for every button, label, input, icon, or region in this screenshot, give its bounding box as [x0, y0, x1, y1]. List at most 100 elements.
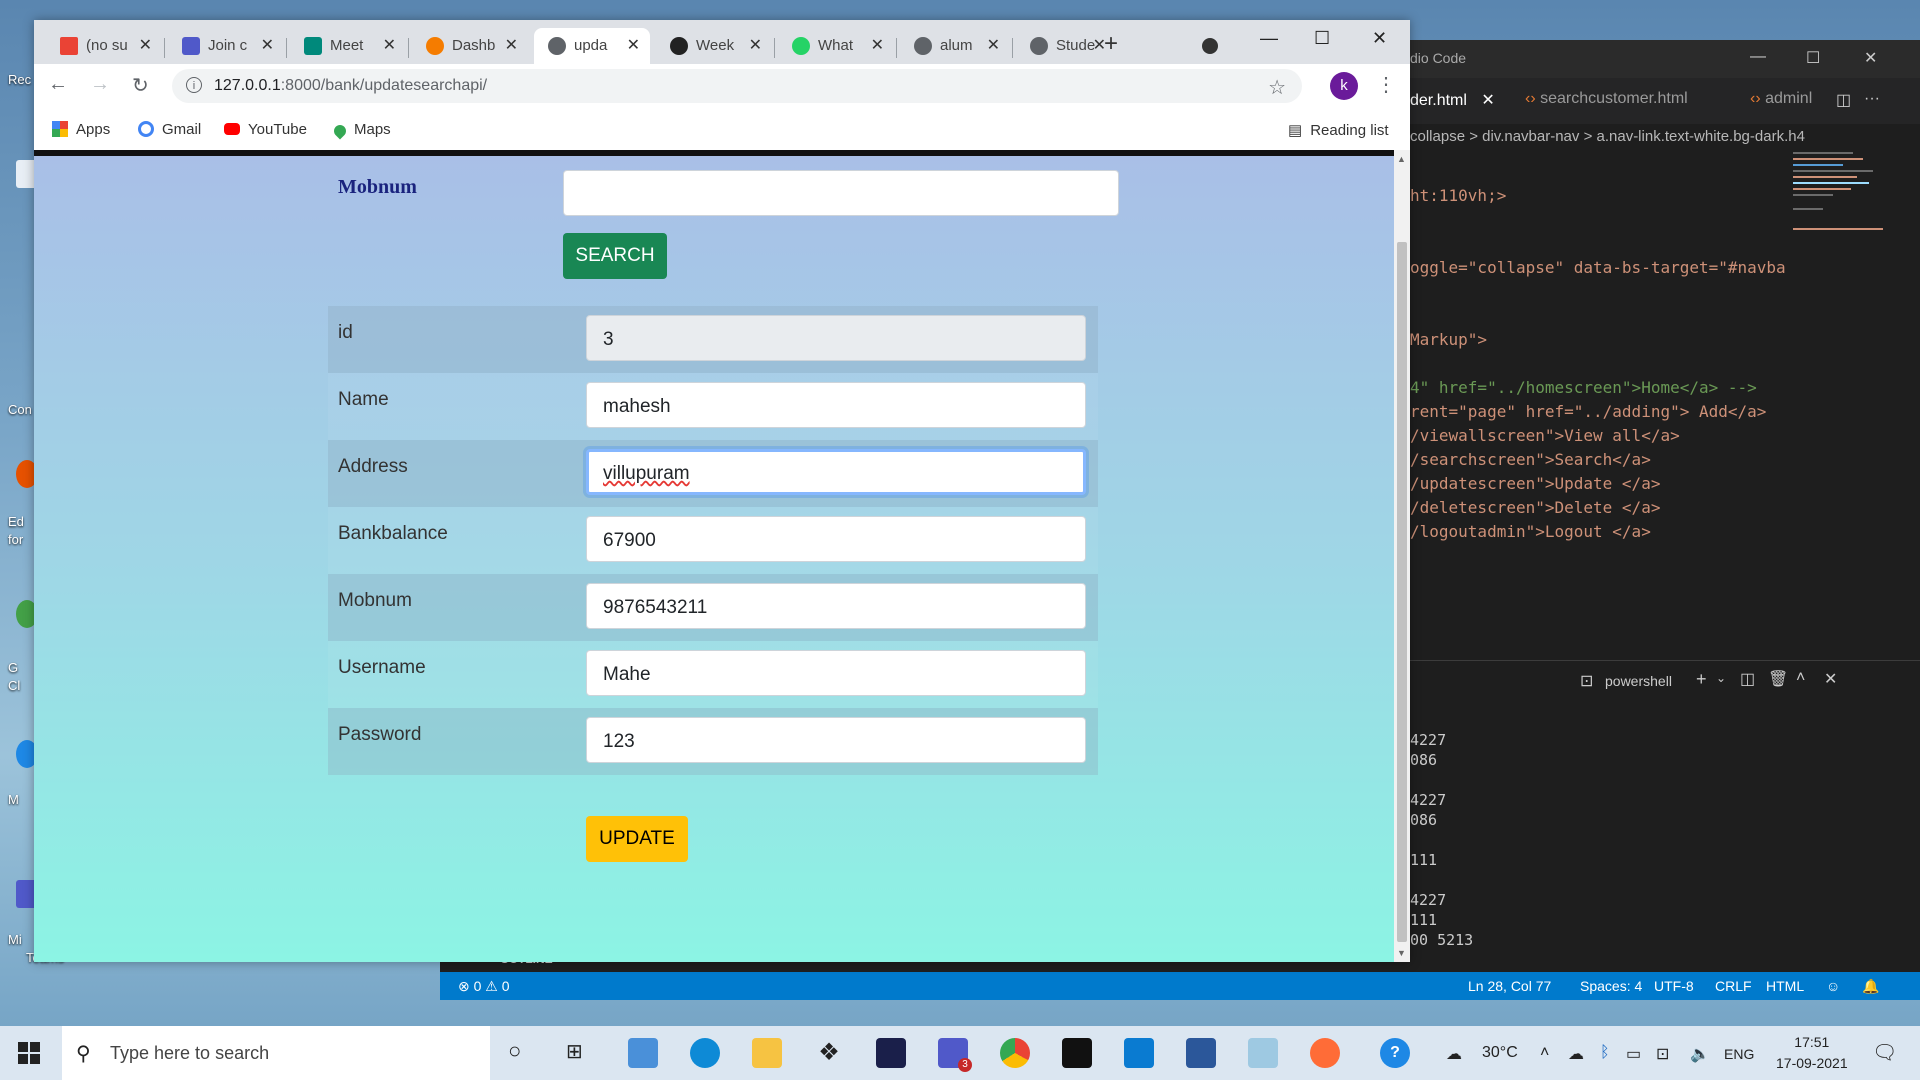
url-text[interactable]: 127.0.0.1:8000/bank/updatesearchapi/	[214, 77, 487, 95]
terminal-name[interactable]: powershell	[1605, 673, 1672, 689]
new-tab-icon[interactable]: +	[1104, 30, 1118, 58]
word-icon[interactable]	[1186, 1038, 1216, 1068]
powershell-icon[interactable]	[876, 1038, 906, 1068]
reading-list[interactable]: ▤ Reading list	[1288, 121, 1389, 139]
scrollbar[interactable]: ▲ ▼	[1394, 150, 1410, 962]
chevron-down-icon[interactable]: ⌄	[1716, 671, 1726, 685]
task-view-icon[interactable]: ⊞	[566, 1039, 583, 1064]
browser-tab[interactable]: Join c ✕	[168, 28, 284, 64]
indent-status[interactable]: Spaces: 4	[1580, 978, 1642, 994]
clock[interactable]: 17:51 17-09-2021	[1776, 1032, 1848, 1074]
split-editor-icon[interactable]: ◫	[1836, 90, 1851, 110]
edge-icon[interactable]	[690, 1038, 720, 1068]
minimap[interactable]	[1785, 148, 1885, 268]
tab-search-icon[interactable]	[1202, 38, 1218, 54]
minimize-icon[interactable]: —	[1260, 28, 1278, 49]
browser-tab[interactable]: Meet ✕	[290, 28, 406, 64]
browser-tab[interactable]: Stude ✕	[1016, 28, 1116, 64]
cloud-icon[interactable]: ☁	[1568, 1044, 1584, 1064]
browser-tab[interactable]: Dashb ✕	[412, 28, 528, 64]
language-indicator[interactable]: ENG	[1724, 1046, 1754, 1062]
add-terminal-icon[interactable]: +	[1696, 669, 1707, 690]
update-button[interactable]: UPDATE	[586, 816, 688, 862]
code-editor[interactable]: ht:110vh;> oggle="collapse" data-bs-targ…	[1410, 160, 1786, 544]
bookmark-gmail[interactable]: Gmail	[138, 121, 201, 138]
browser-tab[interactable]: alum ✕	[900, 28, 1010, 64]
browser-tab[interactable]: (no su ✕	[46, 28, 162, 64]
close-tab-icon[interactable]: ✕	[749, 35, 762, 55]
scroll-up-icon[interactable]: ▲	[1397, 154, 1406, 164]
close-tab-icon[interactable]: ✕	[987, 35, 1000, 55]
bookmark-star-icon[interactable]: ☆	[1268, 75, 1286, 100]
scroll-down-icon[interactable]: ▼	[1397, 948, 1406, 958]
chrome-icon[interactable]	[1000, 1038, 1030, 1068]
close-icon[interactable]: ✕	[1481, 92, 1494, 109]
encoding-status[interactable]: UTF-8	[1654, 978, 1694, 994]
terminal-icon[interactable]	[1062, 1038, 1092, 1068]
vscode-tab[interactable]: ‹› searchcustomer.html	[1525, 90, 1688, 108]
taskbar-search[interactable]: ⚲ Type here to search	[62, 1026, 490, 1080]
browser-tab-active[interactable]: upda ✕	[534, 28, 650, 64]
forward-icon[interactable]: →	[90, 73, 110, 96]
vscode-icon[interactable]	[1124, 1038, 1154, 1068]
scroll-thumb[interactable]	[1397, 242, 1407, 942]
file-explorer-icon[interactable]	[752, 1038, 782, 1068]
close-tab-icon[interactable]: ✕	[871, 35, 884, 55]
cortana-icon[interactable]: ○	[508, 1038, 521, 1064]
dropbox-icon[interactable]: ❖	[814, 1038, 844, 1068]
close-icon[interactable]: ✕	[1864, 48, 1877, 68]
back-icon[interactable]: ←	[48, 73, 68, 96]
more-actions-icon[interactable]: ···	[1864, 90, 1880, 108]
bookmark-youtube[interactable]: YouTube	[224, 121, 307, 138]
bluetooth-icon[interactable]: ᛒ	[1600, 1044, 1610, 1062]
address-field[interactable]: villupuram	[586, 449, 1086, 495]
close-tab-icon[interactable]: ✕	[505, 35, 518, 55]
notifications-icon[interactable]: 🗨	[1872, 1040, 1897, 1065]
search-button[interactable]: SEARCH	[563, 233, 667, 279]
bookmark-maps[interactable]: Maps	[331, 121, 391, 140]
paint-icon[interactable]	[628, 1038, 658, 1068]
terminal-output[interactable]: 4227 086 4227 086 111 4227 111 00 5213	[1410, 730, 1473, 950]
bankbalance-field[interactable]: 67900	[586, 516, 1086, 562]
address-bar[interactable]: i 127.0.0.1:8000/bank/updatesearchapi/ ☆	[172, 69, 1302, 103]
password-field[interactable]: 123	[586, 717, 1086, 763]
vscode-tab[interactable]: der.html ✕	[1410, 90, 1495, 110]
cursor-position[interactable]: Ln 28, Col 77	[1468, 978, 1551, 994]
maximize-icon[interactable]: ☐	[1314, 28, 1330, 49]
bookmark-apps[interactable]: Apps	[52, 121, 110, 138]
close-tab-icon[interactable]: ✕	[383, 35, 396, 55]
close-tab-icon[interactable]: ✕	[627, 35, 640, 55]
weather-temp[interactable]: 30°C	[1482, 1044, 1518, 1062]
maximize-icon[interactable]: ☐	[1806, 48, 1820, 68]
teams-icon[interactable]: 3	[938, 1038, 972, 1072]
name-field[interactable]: mahesh	[586, 382, 1086, 428]
chevron-up-icon[interactable]: ˄	[1796, 669, 1805, 687]
close-icon[interactable]: ✕	[1372, 28, 1387, 49]
mobnum-field[interactable]: 9876543211	[586, 583, 1086, 629]
close-tab-icon[interactable]: ✕	[261, 35, 274, 55]
search-mobnum-input[interactable]	[563, 170, 1119, 216]
browser-tab[interactable]: Week ✕	[656, 28, 772, 64]
close-icon[interactable]: ✕	[1824, 669, 1837, 689]
bell-icon[interactable]: 🔔	[1862, 978, 1879, 995]
menu-icon[interactable]: ⋮	[1376, 72, 1396, 97]
vscode-tab[interactable]: ‹› adminl	[1750, 90, 1812, 108]
postman-icon[interactable]	[1310, 1038, 1340, 1068]
eol-status[interactable]: CRLF	[1715, 978, 1752, 994]
split-terminal-icon[interactable]: ◫	[1740, 669, 1755, 689]
weather-icon[interactable]: ☁	[1446, 1044, 1462, 1064]
minimize-icon[interactable]: —	[1750, 48, 1766, 66]
chevron-up-icon[interactable]: ˄	[1540, 1044, 1549, 1062]
avatar[interactable]: k	[1330, 72, 1358, 100]
windows-start-icon[interactable]	[18, 1042, 40, 1064]
breadcrumb[interactable]: collapse > div.navbar-nav > a.nav-link.t…	[1410, 128, 1805, 145]
close-tab-icon[interactable]: ✕	[139, 35, 152, 55]
reload-icon[interactable]: ↻	[132, 73, 149, 98]
help-icon[interactable]: ?	[1380, 1038, 1410, 1068]
feedback-icon[interactable]: ☺	[1826, 978, 1840, 994]
username-field[interactable]: Mahe	[586, 650, 1086, 696]
trash-icon[interactable]: 🗑	[1768, 669, 1788, 689]
network-icon[interactable]: ⊡	[1656, 1044, 1669, 1064]
language-status[interactable]: HTML	[1766, 978, 1804, 994]
battery-icon[interactable]: ▭	[1626, 1044, 1641, 1064]
